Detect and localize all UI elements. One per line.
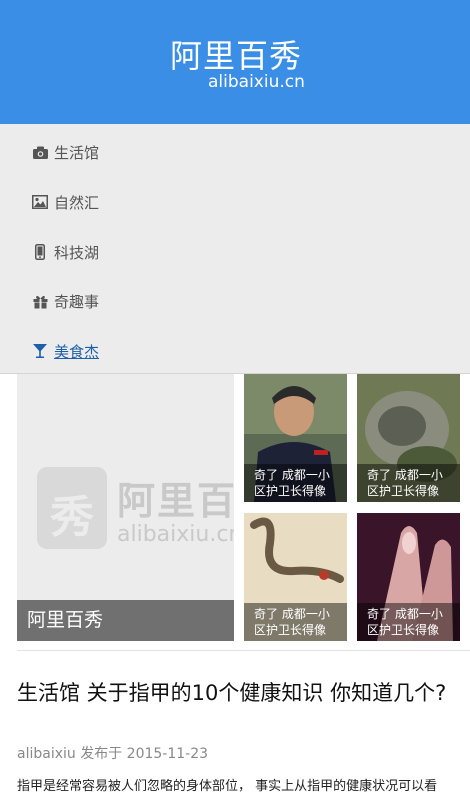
menu-item-label: 生活馆 bbox=[54, 143, 100, 162]
site-watermark-logo: 秀 bbox=[37, 467, 107, 549]
brand-name: 阿里百秀 bbox=[170, 37, 303, 75]
menu-item-life[interactable]: 生活馆 bbox=[32, 139, 99, 165]
main-content: 秀 阿里百秀 alibaixiu.cn 阿里百秀 奇了 成都一小区护卫长得像 奇… bbox=[0, 374, 470, 797]
nav-menu: 生活馆 自然汇 科技湖 奇趣事 美食杰 bbox=[0, 124, 470, 374]
tile-caption: 奇了 成都一小区护卫长得像 bbox=[244, 603, 347, 641]
featured-tile[interactable]: 奇了 成都一小区护卫长得像 bbox=[357, 513, 460, 641]
camera-icon bbox=[32, 144, 48, 160]
featured-big-tile[interactable]: 秀 阿里百秀 alibaixiu.cn 阿里百秀 bbox=[17, 374, 234, 641]
tile-caption: 奇了 成都一小区护卫长得像 bbox=[357, 603, 460, 641]
featured-caption: 阿里百秀 bbox=[17, 600, 234, 641]
tile-caption: 奇了 成都一小区护卫长得像 bbox=[244, 464, 347, 502]
site-header: 阿里百秀 alibaixiu.cn bbox=[0, 0, 470, 124]
site-logo[interactable]: 阿里百秀 alibaixiu.cn bbox=[170, 36, 305, 92]
featured-tile[interactable]: 奇了 成都一小区护卫长得像 bbox=[357, 374, 460, 502]
tile-caption: 奇了 成都一小区护卫长得像 bbox=[357, 464, 460, 502]
menu-item-food[interactable]: 美食杰 bbox=[32, 338, 99, 364]
article-excerpt: 指甲是经常容易被人们忽略的身体部位， 事实上从指甲的健康状况可以看 bbox=[17, 779, 438, 794]
glass-icon bbox=[32, 343, 48, 359]
article-meta: alibaixiu 发布于 2015-11-23 bbox=[17, 746, 209, 762]
menu-item-label: 奇趣事 bbox=[54, 292, 100, 311]
menu-item-nature[interactable]: 自然汇 bbox=[32, 189, 99, 215]
divider bbox=[17, 650, 470, 651]
menu-item-tech[interactable]: 科技湖 bbox=[32, 239, 99, 265]
picture-icon bbox=[32, 194, 48, 210]
menu-item-label: 美食杰 bbox=[54, 342, 100, 361]
featured-tile[interactable]: 奇了 成都一小区护卫长得像 bbox=[244, 374, 347, 502]
gift-icon bbox=[32, 293, 48, 309]
brand-domain: alibaixiu.cn bbox=[208, 72, 305, 92]
phone-icon bbox=[32, 244, 48, 260]
article-title-link[interactable]: 生活馆 关于指甲的10个健康知识 你知道几个? bbox=[17, 680, 470, 706]
watermark-brand-name: 阿里百秀 bbox=[117, 479, 234, 523]
menu-item-label: 科技湖 bbox=[54, 243, 100, 262]
watermark-brand-domain: alibaixiu.cn bbox=[117, 522, 234, 547]
featured-tile[interactable]: 奇了 成都一小区护卫长得像 bbox=[244, 513, 347, 641]
menu-item-fun[interactable]: 奇趣事 bbox=[32, 288, 99, 314]
menu-item-label: 自然汇 bbox=[54, 193, 100, 212]
